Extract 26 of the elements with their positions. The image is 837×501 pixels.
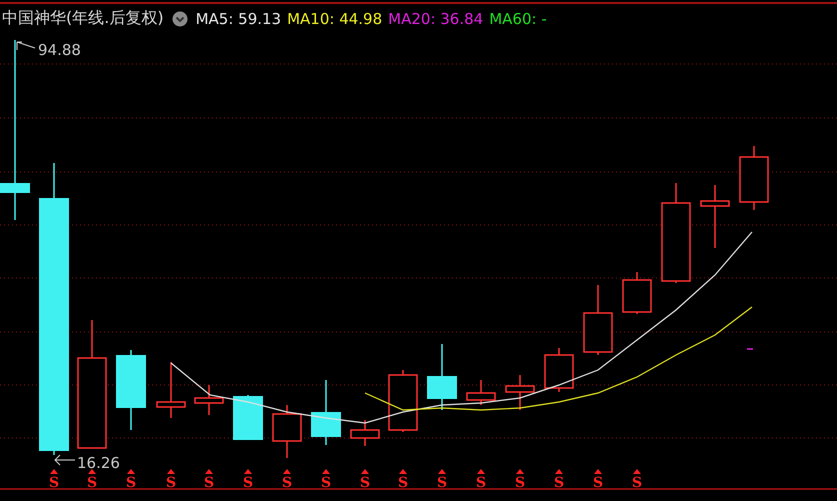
candlestick: [194, 385, 224, 415]
candlestick: [272, 405, 302, 458]
indicator-value: MA10: 44.98: [287, 10, 382, 28]
candlestick: [544, 348, 574, 392]
moving-average-mark: [747, 348, 753, 350]
candlestick: [622, 272, 652, 314]
candlestick: [233, 395, 263, 440]
candlestick: [427, 344, 457, 410]
candlestick: [350, 420, 380, 446]
indicator-value: MA5: 59.13: [196, 10, 282, 28]
candlestick: [156, 362, 186, 418]
candlestick: [700, 185, 730, 248]
candlestick: [739, 146, 769, 210]
indicator-value: MA20: 36.84: [388, 10, 484, 28]
candlestick: [466, 380, 496, 405]
price-label: 16.26: [77, 454, 120, 472]
candlestick: [505, 375, 535, 410]
candlestick: [311, 380, 341, 445]
candlestick: [388, 370, 418, 432]
candlestick: [583, 285, 613, 355]
arrow-icon: [54, 454, 76, 466]
indicator-value: MA60: -: [489, 10, 547, 28]
dropdown-icon[interactable]: [172, 10, 188, 26]
price-label: 94.88: [38, 41, 81, 59]
chart-title: 中国神华(年线.后复权): [2, 8, 164, 29]
arrow-icon: [16, 42, 36, 50]
